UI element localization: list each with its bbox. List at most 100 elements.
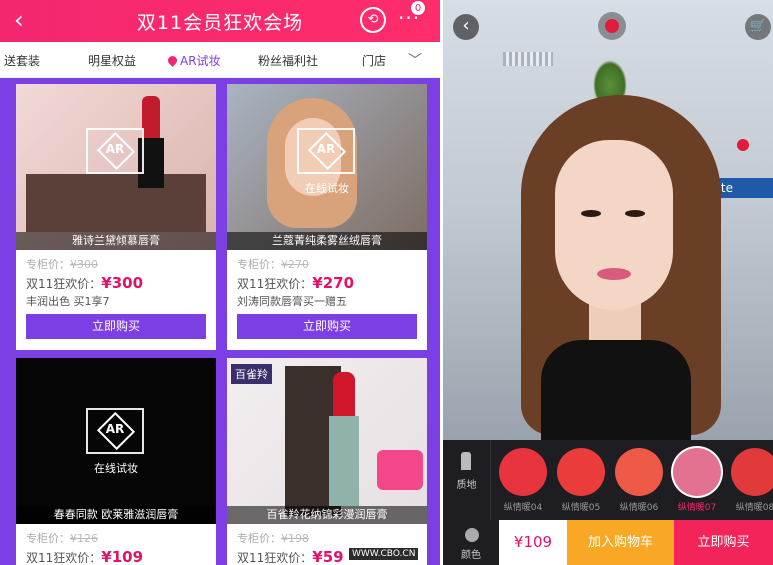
ar-try-on-label: 在线试妆	[94, 462, 138, 475]
color-tab-label: 颜色	[461, 550, 481, 561]
sale-price-label: 双11狂欢价：	[237, 277, 313, 291]
shade-swatch[interactable]	[557, 448, 605, 496]
product-image: AR 在线试妆 兰蔻菁纯柔雾丝绒唇膏	[227, 84, 427, 250]
lipstick-icon	[461, 452, 471, 470]
product-image: AR 雅诗兰黛倾慕唇膏	[16, 84, 216, 250]
shade-label: 纵情暖07	[677, 503, 717, 513]
product-caption: 雅诗兰黛倾慕唇膏	[16, 232, 216, 250]
chevron-down-icon[interactable]: ﹀	[408, 50, 422, 70]
sale-price-value: ¥109	[101, 548, 144, 565]
product-card[interactable]: AR 在线试妆 兰蔻菁纯柔雾丝绒唇膏 专柜价：¥270 双11狂欢价：¥270 …	[227, 84, 427, 350]
shade-label: 纵情暖05	[561, 503, 601, 513]
ar-try-on-icon[interactable]: AR	[86, 128, 144, 174]
product-card[interactable]: AR 雅诗兰黛倾慕唇膏 专柜价：¥300 双11狂欢价：¥300 丰润出色 买1…	[16, 84, 216, 350]
product-caption: 百雀羚花纳锦彩漫润唇膏	[227, 506, 427, 524]
color-tab[interactable]: 颜色	[443, 520, 499, 565]
back-icon[interactable]: ‹	[453, 14, 479, 40]
original-price-label: 专柜价：	[237, 258, 281, 271]
lips-shape	[597, 268, 631, 280]
ar-try-on-icon[interactable]: AR	[297, 128, 355, 174]
original-price-label: 专柜价：	[26, 532, 70, 545]
original-price: 专柜价：¥198	[237, 530, 309, 546]
product-card[interactable]: AR 在线试妆 春春同款 欧莱雅滋润唇膏 专柜价：¥126 双11狂欢价：¥10…	[16, 358, 216, 565]
sale-price-label: 双11狂欢价：	[26, 551, 102, 565]
product-caption: 兰蔻菁纯柔雾丝绒唇膏	[227, 232, 427, 250]
tab-ar-label: AR试妆	[180, 54, 221, 68]
app-header: ‹ 双11会员狂欢会场 ⟲ ··· 0	[0, 0, 440, 42]
price-display: ¥109	[513, 533, 553, 551]
ar-try-on-icon[interactable]: AR	[86, 408, 144, 454]
lipstick-bullet-shape	[333, 372, 355, 416]
ar-badge-text: AR	[105, 142, 125, 156]
shirt-shape	[541, 340, 691, 440]
tab-ar-try-on[interactable]: AR试妆	[166, 52, 221, 69]
original-price-label: 专柜价：	[237, 532, 281, 545]
sale-price-value: ¥59	[312, 548, 344, 565]
camera-preview: kote	[443, 0, 773, 440]
ar-try-on-view: kote ‹ 🛒 质地 纵情暖04 纵情暖05 纵情暖06 纵情暖07 纵情暖08 颜色…	[443, 0, 773, 565]
original-price: 专柜价：¥126	[26, 530, 98, 546]
share-icon[interactable]: ⟲	[360, 7, 386, 33]
shade-picker: 质地 纵情暖04 纵情暖05 纵情暖06 纵情暖07 纵情暖08	[443, 440, 773, 520]
purchase-bar: 颜色 ¥109 加入购物车 立即购买	[443, 520, 773, 565]
sale-price: 双11狂欢价：¥300	[26, 274, 143, 292]
shopping-page: ‹ 双11会员狂欢会场 ⟲ ··· 0 送套装 明星权益 AR试妆 粉丝福利社 …	[0, 0, 440, 565]
tab-gift-set[interactable]: 送套装	[4, 52, 40, 69]
sale-price-label: 双11狂欢价：	[26, 277, 102, 291]
shade-label: 纵情暖08	[735, 503, 773, 513]
shade-swatch[interactable]	[673, 448, 721, 496]
product-card[interactable]: 百雀羚 百雀羚花纳锦彩漫润唇膏 专柜价：¥198 双11狂欢价：¥59 WWW.…	[227, 358, 427, 565]
marker-dot	[737, 139, 749, 151]
product-image: 百雀羚 百雀羚花纳锦彩漫润唇膏	[227, 358, 427, 524]
tab-store[interactable]: 门店	[362, 52, 386, 69]
cart-icon[interactable]: 🛒	[745, 14, 771, 40]
buy-now-button[interactable]: 立即购买	[674, 520, 773, 565]
notification-badge: 0	[410, 0, 426, 16]
sale-price: 双11狂欢价：¥270	[237, 274, 354, 292]
promo-sticker-shape	[377, 450, 423, 490]
record-icon[interactable]	[598, 12, 626, 40]
lipstick-tube-shape	[329, 416, 359, 506]
gift-box-shape	[26, 174, 206, 232]
sale-price: 双11狂欢价：¥109	[26, 548, 143, 565]
tab-star-benefits[interactable]: 明星权益	[88, 52, 136, 69]
product-caption: 春春同款 欧莱雅滋润唇膏	[16, 506, 216, 524]
product-image: AR 在线试妆 春春同款 欧莱雅滋润唇膏	[16, 358, 216, 524]
texture-label: 质地	[456, 480, 477, 491]
original-price: 专柜价：¥270	[237, 256, 309, 272]
original-price-value: ¥126	[70, 532, 98, 545]
brand-tag: 百雀羚	[231, 364, 272, 384]
location-pin-icon	[166, 54, 179, 67]
right-eye-shape	[625, 210, 645, 217]
promo-text: 丰润出色 买1享7	[26, 295, 110, 308]
ar-try-on-label: 在线试妆	[305, 182, 349, 195]
original-price-value: ¥270	[281, 258, 309, 271]
promo-text: 刘涛同款唇膏买一赠五	[237, 295, 347, 308]
shade-label: 纵情暖06	[619, 503, 659, 513]
category-nav: 送套装 明星权益 AR试妆 粉丝福利社 门店 ﹀	[0, 42, 440, 78]
ar-badge-text: AR	[316, 142, 336, 156]
sale-price-value: ¥300	[101, 274, 144, 292]
shade-swatch[interactable]	[731, 448, 773, 496]
left-eye-shape	[581, 210, 601, 217]
original-price-label: 专柜价：	[26, 258, 70, 271]
ar-badge-text: AR	[105, 422, 125, 436]
sale-price-value: ¥270	[312, 274, 355, 292]
lipstick-shape	[142, 96, 160, 138]
palette-icon	[465, 528, 479, 542]
air-vent-shape	[503, 52, 553, 66]
watermark: WWW.CBO.CN	[349, 548, 419, 560]
buy-now-button[interactable]: 立即购买	[26, 314, 206, 339]
shade-swatch[interactable]	[615, 448, 663, 496]
add-to-cart-button[interactable]: 加入购物车	[567, 520, 674, 565]
original-price-value: ¥300	[70, 258, 98, 271]
original-price-value: ¥198	[281, 532, 309, 545]
shade-swatch[interactable]	[499, 448, 547, 496]
sale-price: 双11狂欢价：¥59	[237, 548, 344, 565]
sale-price-label: 双11狂欢价：	[237, 551, 313, 565]
tab-fan-welfare[interactable]: 粉丝福利社	[258, 52, 318, 69]
texture-tab[interactable]: 质地	[443, 440, 491, 520]
shade-label: 纵情暖04	[503, 503, 543, 513]
buy-now-button[interactable]: 立即购买	[237, 314, 417, 339]
original-price: 专柜价：¥300	[26, 256, 98, 272]
